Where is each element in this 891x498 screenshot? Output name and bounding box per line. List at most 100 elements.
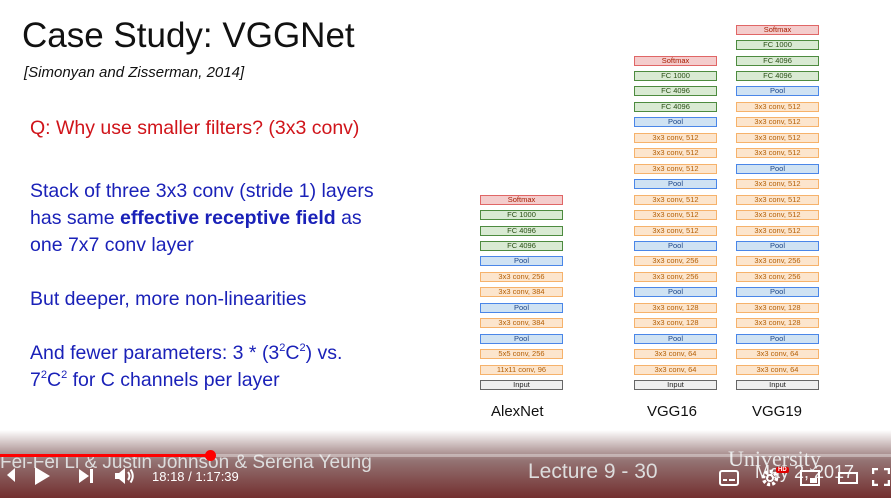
layer-conv: 3x3 conv, 512 [634,132,717,143]
para3-l1-post: ) vs. [305,342,343,364]
layer-conv: 3x3 conv, 64 [736,349,819,360]
layer-input: Input [634,380,717,390]
layer-conv: 3x3 conv, 512 [634,194,717,205]
layer-softmax: Softmax [634,55,717,66]
layer-fc: FC 1000 [736,40,819,51]
para1-bold-phrase: effective receptive field [119,207,336,229]
layer-pool: Pool [634,117,717,128]
para3-l2-post: for C channels per layer [67,369,280,391]
para3-l1-mid: C [285,342,300,364]
layer-conv: 3x3 conv, 256 [634,256,717,267]
layer-pool: Pool [736,163,819,174]
subtitles-icon[interactable] [719,470,739,490]
network-label: AlexNet [491,403,544,420]
layer-softmax: Softmax [480,194,563,205]
network-label: VGG16 [647,403,698,420]
layer-conv: 3x3 conv, 384 [480,318,563,329]
layer-pool: Pool [736,86,819,97]
layer-fc: FC 4096 [736,55,819,66]
layer-fc: FC 1000 [480,210,563,221]
layer-input: Input [480,380,563,390]
layer-conv: 3x3 conv, 64 [736,364,819,375]
para3-l1-pre: And fewer parameters: 3 * (3 [30,342,280,364]
lecture-slide: Case Study: VGGNet [Simonyan and Zisserm… [0,0,891,498]
para1-line1: Stack of three 3x3 conv (stride 1) layer… [30,180,374,202]
para1-line2-post: as [335,207,362,229]
layer-pool: Pool [480,256,563,267]
para3-line2: 72C2 for C channels per layer [30,367,342,394]
layer-conv: 3x3 conv, 512 [736,132,819,143]
layer-fc: FC 4096 [480,241,563,251]
layer-conv: 3x3 conv, 384 [480,287,563,298]
layer-conv: 3x3 conv, 512 [736,210,819,221]
play-icon[interactable] [33,466,51,490]
layer-conv: 3x3 conv, 128 [736,302,819,313]
layer-fc: FC 4096 [634,86,717,97]
para1-line3: one 7x7 conv layer [30,234,194,256]
layer-pool: Pool [634,287,717,298]
parameters-paragraph: And fewer parameters: 3 * (32C2) vs. 72C… [30,340,342,394]
layer-pool: Pool [480,302,563,313]
layer-conv: 3x3 conv, 128 [634,318,717,329]
layer-conv: 3x3 conv, 512 [634,225,717,236]
video-time: 18:18 / 1:17:39 [152,469,239,484]
layer-fc: FC 4096 [634,101,717,112]
layer-pool: Pool [736,333,819,344]
video-scrubber-handle[interactable] [205,450,216,461]
theater-icon[interactable] [838,470,858,490]
slide-title: Case Study: VGGNet [22,16,355,55]
time-separator: / [184,469,196,484]
para3-line1: And fewer parameters: 3 * (32C2) vs. [30,340,342,367]
layer-pool: Pool [480,333,563,344]
layer-pool: Pool [736,287,819,298]
layer-conv: 11x11 conv, 96 [480,364,563,375]
para1-line2-pre: has same [30,207,120,229]
layer-pool: Pool [634,179,717,190]
layer-softmax: Softmax [736,24,819,35]
volume-icon[interactable] [114,467,136,489]
layer-input: Input [736,380,819,390]
layer-conv: 3x3 conv, 128 [736,318,819,329]
layer-conv: 3x3 conv, 128 [634,302,717,313]
layer-conv: 3x3 conv, 512 [634,210,717,221]
network-label: VGG19 [752,403,803,420]
layer-conv: 3x3 conv, 512 [736,194,819,205]
video-progress-played [0,454,210,457]
layer-fc: FC 4096 [736,71,819,81]
layer-fc: FC 1000 [634,71,717,81]
para3-l2-b: C [46,369,62,391]
layer-conv: 3x3 conv, 512 [634,148,717,159]
next-icon[interactable] [78,468,94,488]
layer-fc: FC 4096 [480,225,563,236]
para3-l2-a: 7 [30,369,41,391]
layer-pool: Pool [634,241,717,251]
current-time: 18:18 [152,469,185,484]
layer-conv: 3x3 conv, 64 [634,364,717,375]
layer-pool: Pool [736,241,819,251]
receptive-field-paragraph: Stack of three 3x3 conv (stride 1) layer… [30,178,374,259]
fullscreen-icon[interactable] [871,467,891,490]
slide-citation: [Simonyan and Zisserman, 2014] [24,64,245,81]
layer-conv: 3x3 conv, 256 [634,271,717,282]
slide-question: Q: Why use smaller filters? (3x3 conv) [30,117,360,139]
previous-icon[interactable] [6,467,16,487]
layer-conv: 3x3 conv, 64 [634,349,717,360]
layer-conv: 5x5 conv, 256 [480,349,563,360]
nonlinearity-paragraph: But deeper, more non-linearities [30,288,307,310]
layer-conv: 3x3 conv, 512 [736,179,819,190]
layer-conv: 3x3 conv, 512 [634,163,717,174]
miniplayer-icon[interactable] [800,470,820,490]
layer-pool: Pool [634,333,717,344]
layer-conv: 3x3 conv, 256 [736,256,819,267]
hd-badge: HD [776,467,789,473]
footer-lecture: Lecture 9 - 30 [528,460,658,483]
layer-conv: 3x3 conv, 256 [480,271,563,282]
video-progress-bar[interactable] [0,450,891,461]
layer-conv: 3x3 conv, 512 [736,117,819,128]
layer-conv: 3x3 conv, 256 [736,271,819,282]
layer-conv: 3x3 conv, 512 [736,101,819,112]
layer-conv: 3x3 conv, 512 [736,148,819,159]
para1-line2: has same effective receptive field as [30,205,374,232]
layer-conv: 3x3 conv, 512 [736,225,819,236]
total-time: 1:17:39 [195,469,239,484]
